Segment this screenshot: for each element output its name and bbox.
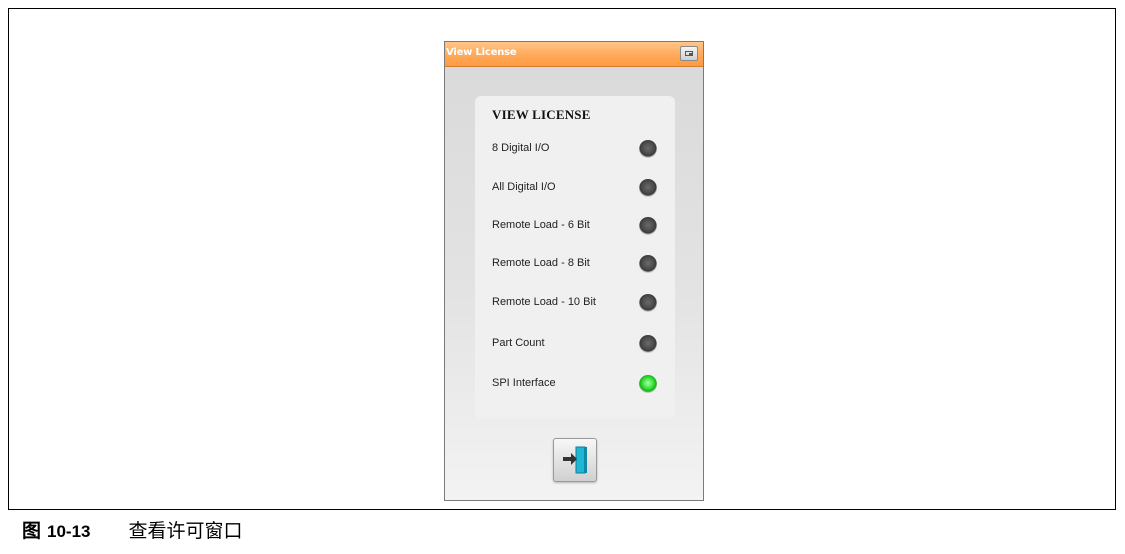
license-label: Remote Load - 6 Bit xyxy=(492,219,590,231)
restore-window-icon xyxy=(685,51,693,56)
caption-figure-word: 图 xyxy=(22,520,42,542)
license-status-led xyxy=(639,179,657,197)
restore-window-button[interactable] xyxy=(680,46,698,61)
panel-title: VIEW LICENSE xyxy=(492,107,591,122)
figure-caption: 图 10-13 查看许可窗口 xyxy=(22,516,243,543)
window-titlebar[interactable]: View License xyxy=(445,42,703,67)
license-label: SPI Interface xyxy=(492,377,556,389)
license-label: 8 Digital I/O xyxy=(492,142,550,154)
license-status-led xyxy=(639,335,657,353)
view-license-window: View License VIEW LICENSE 8 Digital I/O … xyxy=(444,41,704,501)
license-status-led xyxy=(639,140,657,158)
license-label: Remote Load - 10 Bit xyxy=(492,296,596,308)
license-row: Part Count xyxy=(492,333,667,357)
license-row: Remote Load - 6 Bit xyxy=(492,215,667,239)
license-row: SPI Interface xyxy=(492,373,667,397)
exit-button[interactable] xyxy=(553,438,597,482)
license-row: Remote Load - 8 Bit xyxy=(492,253,667,277)
exit-door-icon xyxy=(563,446,587,474)
window-title: View License xyxy=(446,47,517,58)
caption-figure-number: 10-13 xyxy=(47,522,91,541)
license-status-led xyxy=(639,294,657,312)
caption-title: 查看许可窗口 xyxy=(128,520,243,542)
license-label: All Digital I/O xyxy=(492,181,556,193)
license-row: Remote Load - 10 Bit xyxy=(492,292,667,316)
license-status-led xyxy=(639,217,657,235)
license-row: All Digital I/O xyxy=(492,177,667,201)
license-status-led xyxy=(639,255,657,273)
license-label: Part Count xyxy=(492,337,545,349)
license-label: Remote Load - 8 Bit xyxy=(492,257,590,269)
license-status-led xyxy=(639,375,657,393)
license-panel: VIEW LICENSE 8 Digital I/O All Digital I… xyxy=(475,96,675,418)
figure-frame: View License VIEW LICENSE 8 Digital I/O … xyxy=(8,8,1116,510)
license-row: 8 Digital I/O xyxy=(492,138,667,162)
